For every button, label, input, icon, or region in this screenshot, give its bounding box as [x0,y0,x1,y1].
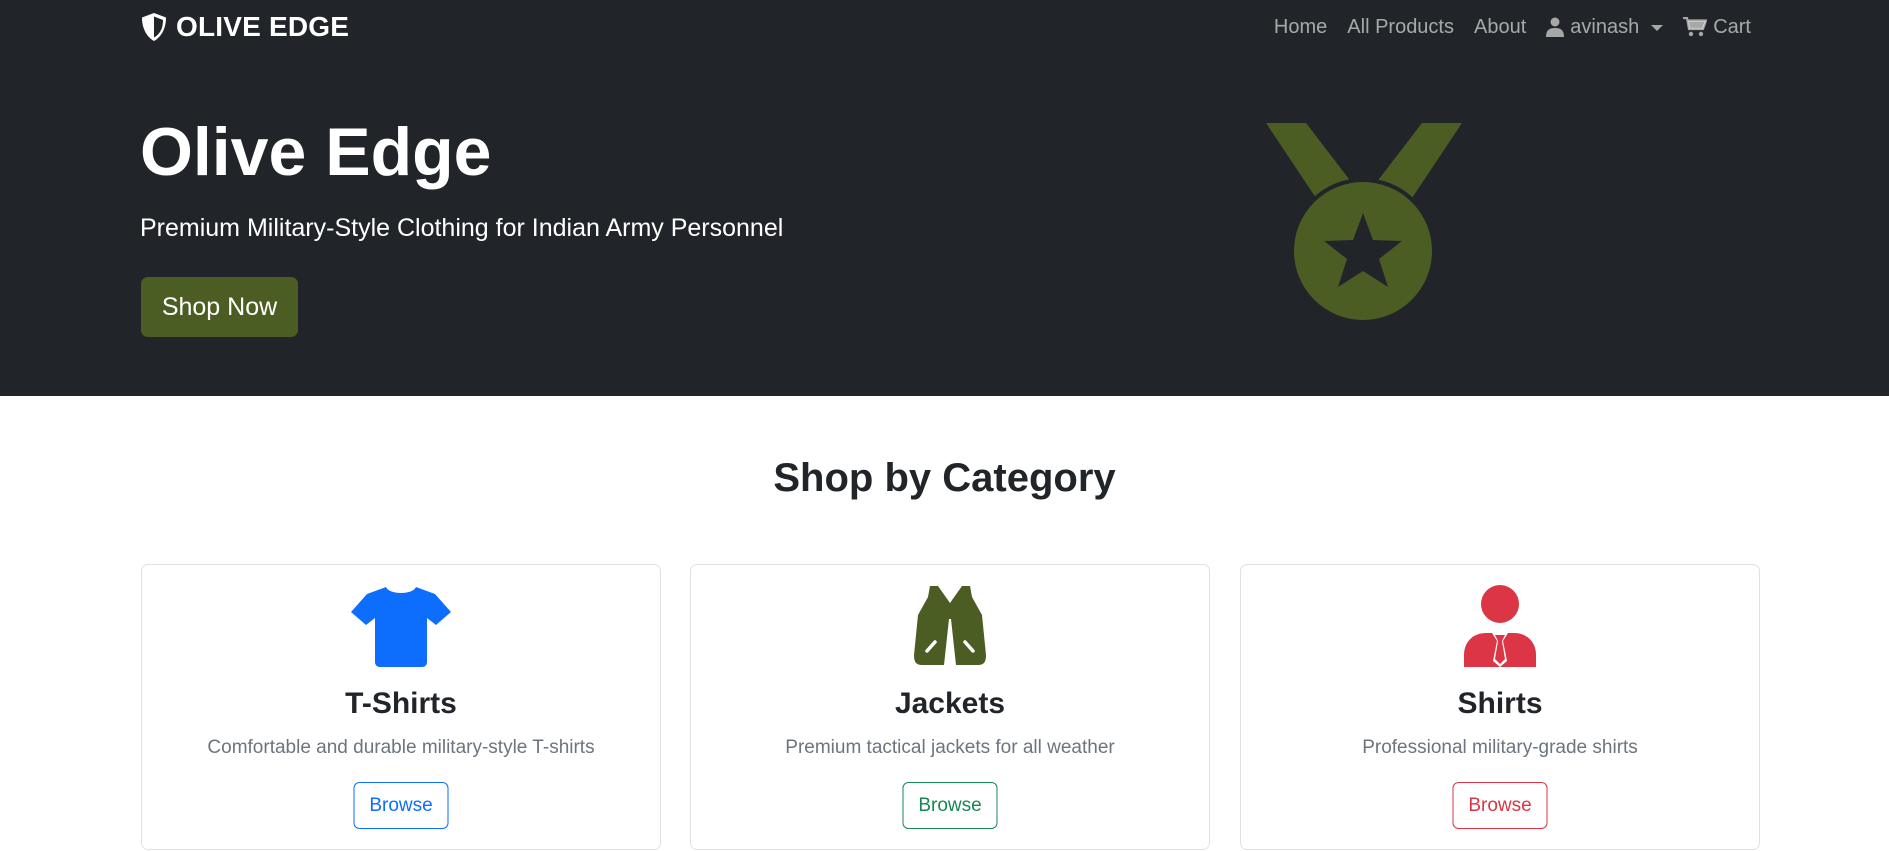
shield-icon [142,13,166,41]
tshirt-icon [351,587,451,667]
nav-link-all-products[interactable]: All Products [1347,16,1454,39]
category-card-jackets: Jackets Premium tactical jackets for all… [690,564,1210,850]
category-title: Jackets [894,687,1006,720]
category-card-tshirts: T-Shirts Comfortable and durable militar… [141,564,661,850]
user-name: avinash [1570,15,1640,38]
medal-icon [1266,123,1462,322]
user-tie-icon [1464,585,1536,667]
vest-icon [914,586,986,665]
category-card-shirts: Shirts Professional military-grade shirt… [1240,564,1760,850]
browse-tshirts-button[interactable]: Browse [353,782,449,829]
categories-title: Shop by Category [773,456,1116,500]
category-description: Premium tactical jackets for all weather [785,737,1115,758]
hero-subtitle: Premium Military-Style Clothing for Indi… [140,214,784,242]
cart-icon [1683,17,1708,37]
nav-link-home[interactable]: Home [1274,16,1327,39]
cart-label: Cart [1713,15,1751,38]
hero-title: Olive Edge [140,114,492,190]
category-description: Professional military-grade shirts [1362,737,1638,758]
category-title: T-Shirts [345,687,457,720]
user-dropdown[interactable]: avinash [1546,15,1664,39]
chevron-down-icon [1651,25,1664,31]
nav-link-cart[interactable]: Cart [1683,16,1751,39]
shop-now-button[interactable]: Shop Now [141,277,298,337]
nav-links: Home All Products About avinash Cart [1274,8,1751,46]
nav-link-about[interactable]: About [1474,16,1526,39]
user-icon [1546,17,1565,37]
brand-logo[interactable]: OLIVE EDGE [140,8,349,46]
browse-shirts-button[interactable]: Browse [1452,782,1548,829]
category-description: Comfortable and durable military-style T… [207,737,595,758]
brand-name: OLIVE EDGE [176,11,350,42]
category-title: Shirts [1457,687,1543,720]
browse-jackets-button[interactable]: Browse [902,782,998,829]
